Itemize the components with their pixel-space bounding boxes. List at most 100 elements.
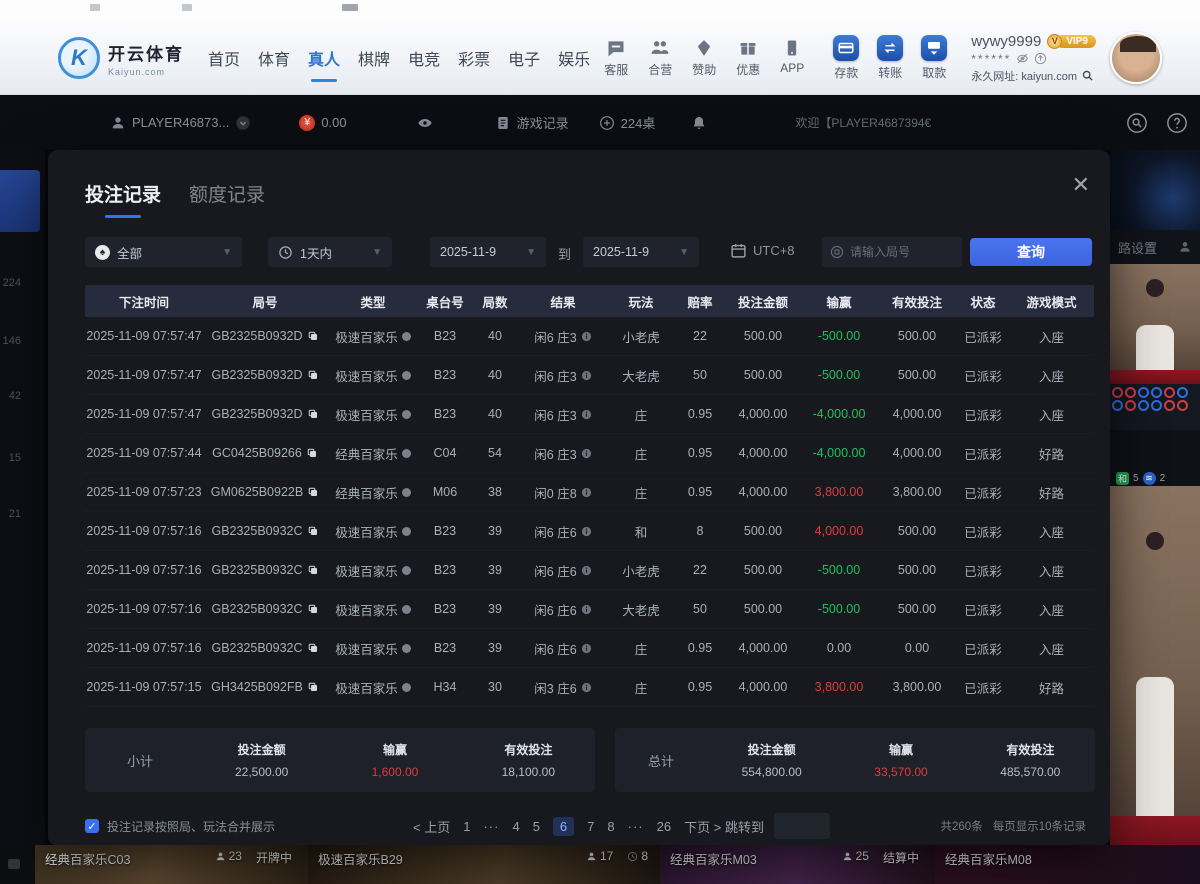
table-edge <box>1110 370 1200 384</box>
live-dealer-video[interactable] <box>1110 486 1200 845</box>
player-menu[interactable]: PLAYER46873... <box>110 115 251 131</box>
tie-count: 5 <box>1133 473 1139 484</box>
page-7[interactable]: 7 <box>587 819 594 834</box>
cell-bet_amount: 500.00 <box>725 368 801 382</box>
quick-app-button[interactable]: APP <box>773 38 811 78</box>
wallet-transfer-button[interactable]: 转账 <box>871 35 909 81</box>
table-row[interactable]: 2025-11-09 07:57:16GB2325B0932C极速百家乐B233… <box>85 512 1094 551</box>
column-有效投注: 有效投注 <box>877 292 957 311</box>
balance-display[interactable]: ¥ 0.00 <box>299 115 346 131</box>
table-row[interactable]: 2025-11-09 07:57:15GH3425B092FB极速百家乐H343… <box>85 668 1094 707</box>
copy-icon[interactable] <box>307 525 319 537</box>
cell-status: 已派彩 <box>957 366 1009 385</box>
info-icon[interactable] <box>581 409 592 420</box>
query-button[interactable]: 查询 <box>970 238 1092 266</box>
quick-support-button[interactable]: 客服 <box>597 38 635 78</box>
info-icon[interactable] <box>581 487 592 498</box>
search-circle-icon[interactable] <box>1126 112 1148 134</box>
close-icon[interactable]: ✕ <box>1072 174 1090 196</box>
game-record-button[interactable]: 游戏记录 <box>495 113 569 132</box>
road-settings-bar[interactable]: 路设置 <box>1110 230 1200 264</box>
game-type-select[interactable]: ♠ 全部 ▼ <box>85 237 242 267</box>
live-table-tile[interactable]: 经典百家乐C0323开牌中 <box>35 845 308 884</box>
cell-game_mode: 入座 <box>1009 405 1094 424</box>
type-dot-icon <box>402 566 411 575</box>
info-icon[interactable] <box>581 331 592 342</box>
vip-medal-icon: V <box>1047 34 1062 49</box>
info-icon[interactable] <box>581 604 592 615</box>
copy-icon[interactable] <box>307 681 319 693</box>
date-from-select[interactable]: 2025-11-9 ▼ <box>430 237 546 267</box>
table-row[interactable]: 2025-11-09 07:57:47GB2325B0932D极速百家乐B234… <box>85 395 1094 434</box>
timezone-display[interactable]: UTC+8 <box>730 242 795 259</box>
eye-off-icon[interactable] <box>1016 52 1029 65</box>
table-row[interactable]: 2025-11-09 07:57:47GB2325B0932D极速百家乐B234… <box>85 317 1094 356</box>
sidebar-active-item[interactable] <box>0 170 40 232</box>
wallet-withdraw-button[interactable]: 取款 <box>915 35 953 81</box>
copy-icon[interactable] <box>307 603 319 615</box>
copy-icon[interactable] <box>307 408 319 420</box>
info-icon[interactable] <box>581 643 592 654</box>
copy-icon[interactable] <box>307 564 319 576</box>
date-range-select[interactable]: 1天内 ▼ <box>268 237 392 267</box>
tab-投注记录[interactable]: 投注记录 <box>85 180 161 207</box>
quick-sponsor-button[interactable]: 赞助 <box>685 38 723 78</box>
live-table-tile[interactable]: 极速百家乐B29178 <box>308 845 660 884</box>
site-logo[interactable]: K 开云体育 Kaiyun.com <box>58 37 184 79</box>
info-icon[interactable] <box>581 370 592 381</box>
nav-item-真人[interactable]: 真人 <box>306 40 342 76</box>
cell-rounds: 40 <box>471 368 519 382</box>
page-6[interactable]: 6 <box>553 817 574 836</box>
quick-partners-button[interactable]: 合营 <box>641 38 679 78</box>
copy-icon[interactable] <box>307 642 319 654</box>
table-row[interactable]: 2025-11-09 07:57:16GB2325B0932C极速百家乐B233… <box>85 590 1094 629</box>
avatar[interactable] <box>1110 32 1162 84</box>
quick-promo-button[interactable]: 优惠 <box>729 38 767 78</box>
live-table-tile[interactable]: 经典百家乐M0325结算中 <box>660 845 935 884</box>
nav-item-电竞[interactable]: 电竞 <box>406 40 442 76</box>
live-dealer-video[interactable]: 和 5 ≋ 2 <box>1110 264 1200 486</box>
date-to-select[interactable]: 2025-11-9 ▼ <box>583 237 699 267</box>
toggle-balance[interactable] <box>417 115 433 131</box>
copy-icon[interactable] <box>307 369 319 381</box>
table-row[interactable]: 2025-11-09 07:57:16GB2325B0932C极速百家乐B233… <box>85 551 1094 590</box>
tab-额度记录[interactable]: 额度记录 <box>189 180 265 207</box>
copy-icon[interactable] <box>306 447 318 459</box>
info-icon[interactable] <box>581 448 592 459</box>
jump-input[interactable] <box>774 813 830 839</box>
page-1[interactable]: 1 <box>463 819 470 834</box>
table-row[interactable]: 2025-11-09 07:57:47GB2325B0932D极速百家乐B234… <box>85 356 1094 395</box>
table-row[interactable]: 2025-11-09 07:57:23GM0625B0922B经典百家乐M063… <box>85 473 1094 512</box>
cell-game_mode: 入座 <box>1009 522 1094 541</box>
page-8[interactable]: 8 <box>607 819 614 834</box>
table-row[interactable]: 2025-11-09 07:57:16GB2325B0932C极速百家乐B233… <box>85 629 1094 668</box>
person-icon <box>842 851 853 862</box>
live-table-tile[interactable]: 经典百家乐M08 <box>935 845 1200 884</box>
notifications-button[interactable] <box>691 115 707 131</box>
copy-icon[interactable] <box>307 486 319 498</box>
cell-type: 极速百家乐 <box>327 522 419 541</box>
help-circle-icon[interactable] <box>1166 112 1188 134</box>
nav-item-首页[interactable]: 首页 <box>206 40 242 76</box>
refresh-circle-icon[interactable] <box>1034 52 1047 65</box>
tables-count-button[interactable]: 224桌 <box>599 113 656 132</box>
page-26[interactable]: 26 <box>657 819 671 834</box>
nav-item-彩票[interactable]: 彩票 <box>456 40 492 76</box>
nav-item-娱乐[interactable]: 娱乐 <box>556 40 592 76</box>
page-5[interactable]: 5 <box>533 819 540 834</box>
nav-item-体育[interactable]: 体育 <box>256 40 292 76</box>
search-round-icon <box>830 245 844 259</box>
nav-item-电子[interactable]: 电子 <box>506 40 542 76</box>
copy-icon[interactable] <box>307 330 319 342</box>
magnifier-icon[interactable] <box>1081 69 1094 82</box>
merge-checkbox[interactable]: ✓ <box>85 819 99 833</box>
info-icon[interactable] <box>581 565 592 576</box>
info-icon[interactable] <box>581 526 592 537</box>
table-row[interactable]: 2025-11-09 07:57:44GC0425B09266经典百家乐C045… <box>85 434 1094 473</box>
page-next[interactable]: 下页 > <box>684 817 721 836</box>
info-icon[interactable] <box>581 682 592 693</box>
wallet-deposit-button[interactable]: 存款 <box>827 35 865 81</box>
page-4[interactable]: 4 <box>512 819 519 834</box>
nav-item-棋牌[interactable]: 棋牌 <box>356 40 392 76</box>
page-prev[interactable]: < 上页 <box>413 817 450 836</box>
